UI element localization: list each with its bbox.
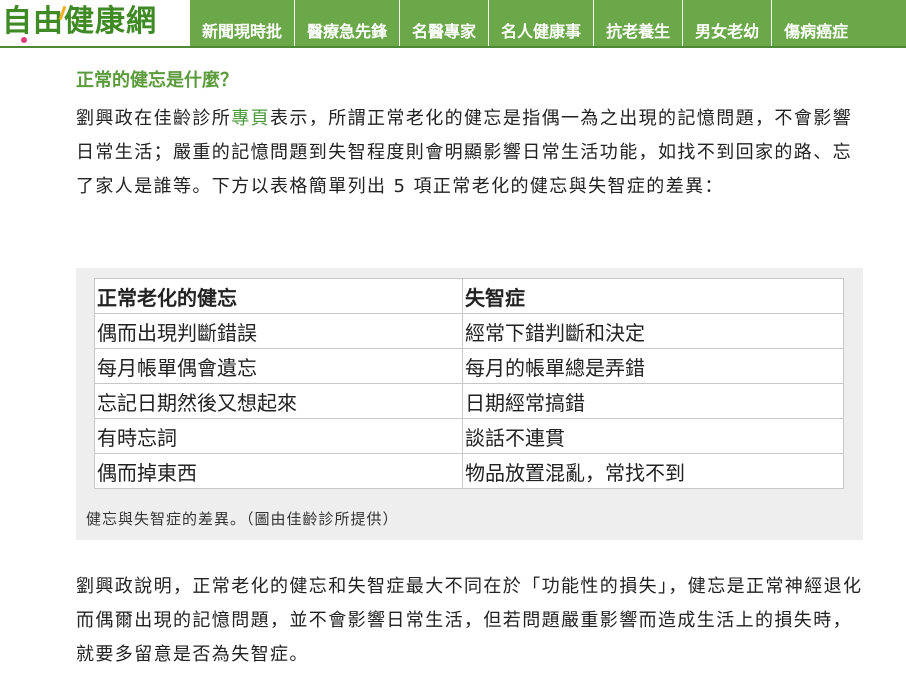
table-header-cell: 失智症: [462, 278, 844, 314]
table-row: 忘記日期然後又想起來 日期經常搞錯: [94, 383, 844, 419]
table-cell: 偶而掉東西: [94, 453, 463, 489]
table-figure: 正常老化的健忘 失智症 偶而出現判斷錯誤 經常下錯判斷和決定 每月帳單偶會遺忘 …: [76, 268, 863, 540]
site-header: 自由健康網 新聞現時批 醫療急先鋒 名醫專家 名人健康事 抗老養生 男女老幼 傷…: [0, 0, 906, 46]
main-nav: 新聞現時批 醫療急先鋒 名醫專家 名人健康事 抗老養生 男女老幼 傷病癌症: [190, 0, 860, 46]
table-cell: 物品放置混亂，常找不到: [462, 453, 844, 489]
table-cell: 偶而出現判斷錯誤: [94, 313, 463, 349]
table-cell: 談話不連貫: [462, 418, 844, 454]
figure-caption: 健忘與失智症的差異。（圖由佳齡診所提供）: [86, 510, 399, 528]
section-heading: 正常的健忘是什麼？: [76, 70, 238, 91]
paragraph-intro: 劉興政在佳齡診所專頁表示，所謂正常老化的健忘是指偶一為之出現的記憶問題，不會影響…: [76, 102, 866, 204]
logo-text: 自由健康網: [2, 4, 157, 39]
table-cell: 經常下錯判斷和決定: [462, 313, 844, 349]
table-row: 每月帳單偶會遺忘 每月的帳單總是弄錯: [94, 348, 844, 384]
header-divider: [0, 46, 906, 48]
paragraph-text: 劉興政在佳齡診所: [76, 108, 232, 129]
table-header-cell: 正常老化的健忘: [94, 278, 463, 314]
nav-item-celebrity-health[interactable]: 名人健康事: [488, 0, 593, 46]
table-cell: 每月的帳單總是弄錯: [462, 348, 844, 384]
nav-item-medical[interactable]: 醫療急先鋒: [294, 0, 399, 46]
table-cell: 每月帳單偶會遺忘: [94, 348, 463, 384]
table-header-row: 正常老化的健忘 失智症: [94, 278, 844, 314]
comparison-table: 正常老化的健忘 失智症 偶而出現判斷錯誤 經常下錯判斷和決定 每月帳單偶會遺忘 …: [94, 278, 844, 489]
paragraph-explanation: 劉興政說明，正常老化的健忘和失智症最大不同在於「功能性的損失」，健忘是正常神經退…: [76, 576, 863, 665]
table-row: 偶而出現判斷錯誤 經常下錯判斷和決定: [94, 313, 844, 349]
nav-item-experts[interactable]: 名醫專家: [399, 0, 488, 46]
table-cell: 日期經常搞錯: [462, 383, 844, 419]
table-row: 偶而掉東西 物品放置混亂，常找不到: [94, 453, 844, 489]
nav-item-all-ages[interactable]: 男女老幼: [682, 0, 771, 46]
table-row: 有時忘詞 談話不連貫: [94, 418, 844, 454]
table-cell: 有時忘詞: [94, 418, 463, 454]
nav-item-illness[interactable]: 傷病癌症: [771, 0, 860, 46]
logo-dot-icon: [21, 37, 27, 43]
nav-item-news[interactable]: 新聞現時批: [190, 0, 294, 46]
nav-item-anti-aging[interactable]: 抗老養生: [593, 0, 682, 46]
clinic-page-link[interactable]: 專頁: [231, 108, 270, 129]
site-logo[interactable]: 自由健康網: [0, 0, 190, 46]
table-cell: 忘記日期然後又想起來: [94, 383, 463, 419]
